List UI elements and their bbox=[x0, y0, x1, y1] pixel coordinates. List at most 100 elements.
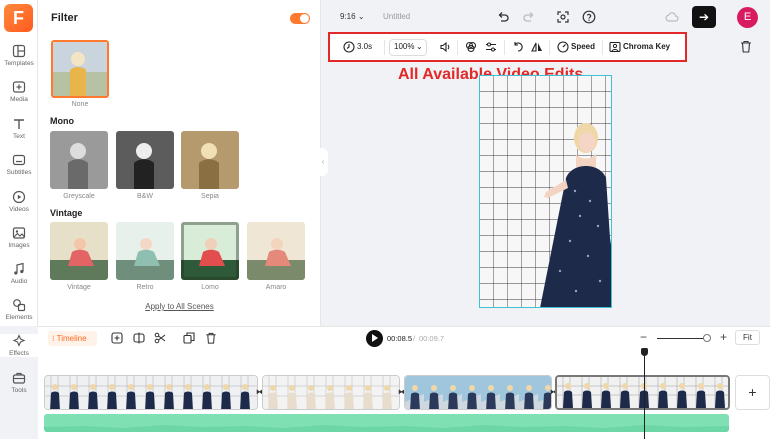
add-icon[interactable] bbox=[111, 332, 123, 344]
play-button[interactable] bbox=[366, 330, 383, 347]
delete-icon[interactable] bbox=[740, 40, 752, 53]
filter-thumb-greyscale[interactable] bbox=[50, 131, 108, 189]
video-edit-toolbar: 3.0s 100% ⌄ Speed Chroma Key bbox=[328, 32, 687, 62]
filter-thumb-lomo[interactable] bbox=[181, 222, 239, 280]
aspect-ratio-select[interactable]: 9:16 ⌄ bbox=[340, 12, 365, 21]
sidebar-item-images[interactable]: Images bbox=[0, 226, 38, 249]
videos-icon bbox=[12, 190, 26, 204]
filter-label: Greyscale bbox=[63, 193, 95, 200]
fit-button[interactable]: Fit bbox=[735, 330, 760, 345]
filter-label: Sepia bbox=[201, 193, 219, 200]
speed-icon bbox=[557, 41, 569, 53]
sidebar-item-effects[interactable]: Effects bbox=[0, 334, 38, 357]
zoom-in-button[interactable]: + bbox=[720, 330, 727, 344]
arrow-right-icon: ➔ bbox=[698, 10, 710, 24]
zoom-slider-handle[interactable] bbox=[703, 334, 711, 342]
speed-button[interactable]: Speed bbox=[571, 42, 595, 51]
section-title: Mono bbox=[50, 116, 74, 126]
sidebar-item-label: Media bbox=[10, 96, 28, 103]
sidebar-item-tools[interactable]: Tools bbox=[0, 371, 38, 394]
tools-icon bbox=[12, 372, 26, 384]
app-logo[interactable]: F bbox=[4, 4, 33, 32]
filter-label: Vintage bbox=[67, 284, 91, 291]
top-bar: 9:16 ⌄ Untitled ➔ E bbox=[321, 0, 770, 33]
toolbar-divider bbox=[384, 40, 385, 55]
apply-to-all-link[interactable]: Apply to All Scenes bbox=[38, 302, 321, 311]
filter-preview-image bbox=[53, 42, 107, 96]
text-icon bbox=[14, 119, 24, 129]
zoom-slider[interactable] bbox=[657, 338, 707, 339]
filter-label: Amaro bbox=[265, 284, 287, 291]
cloud-icon[interactable] bbox=[665, 10, 679, 24]
sidebar-item-templates[interactable]: Templates bbox=[0, 44, 38, 67]
effects-icon bbox=[12, 334, 26, 347]
rotate-icon[interactable] bbox=[512, 41, 524, 53]
section-title: Vintage bbox=[50, 208, 83, 218]
screenshot-icon[interactable] bbox=[556, 10, 570, 24]
sidebar-item-elements[interactable]: Elements bbox=[0, 298, 38, 321]
time-separator: / bbox=[413, 334, 416, 343]
adjust-icon[interactable] bbox=[485, 41, 497, 53]
audio-track[interactable] bbox=[44, 414, 729, 432]
templates-icon bbox=[12, 44, 26, 58]
help-icon[interactable] bbox=[582, 10, 596, 24]
volume-icon[interactable] bbox=[439, 41, 451, 53]
tab-timeline[interactable]: ⁝ Timeline bbox=[48, 331, 97, 346]
zoom-out-button[interactable]: − bbox=[640, 330, 647, 344]
delete-icon[interactable] bbox=[205, 332, 217, 344]
clip-thumbnails bbox=[45, 376, 257, 409]
undo-icon[interactable] bbox=[496, 10, 510, 24]
sidebar-item-label: Effects bbox=[9, 350, 29, 357]
media-icon bbox=[12, 81, 26, 93]
sidebar-item-label: Audio bbox=[10, 278, 28, 285]
avatar[interactable]: E bbox=[737, 7, 758, 28]
filter-thumb-retro[interactable] bbox=[116, 222, 174, 280]
flip-icon[interactable] bbox=[531, 41, 543, 53]
add-clip-button[interactable]: + bbox=[735, 375, 770, 410]
filter-thumb-none[interactable] bbox=[51, 40, 109, 98]
filter-label: None bbox=[71, 101, 89, 108]
video-clip[interactable] bbox=[44, 375, 258, 410]
toolbar-divider bbox=[549, 40, 550, 55]
filter-thumb-amaro[interactable] bbox=[247, 222, 305, 280]
sidebar-item-text[interactable]: Text bbox=[0, 117, 38, 140]
duration-value[interactable]: 3.0s bbox=[357, 42, 372, 51]
sidebar-item-label: Elements bbox=[5, 314, 33, 321]
scale-value: 100% bbox=[394, 42, 415, 51]
filter-thumb-sepia[interactable] bbox=[181, 131, 239, 189]
filter-preview-image bbox=[116, 131, 174, 189]
duration-icon bbox=[343, 41, 355, 53]
playhead[interactable] bbox=[641, 348, 648, 439]
filter-thumb-vintage[interactable] bbox=[50, 222, 108, 280]
video-clip[interactable] bbox=[262, 375, 400, 410]
sidebar-item-label: Videos bbox=[9, 206, 29, 213]
sidebar-item-media[interactable]: Media bbox=[0, 80, 38, 103]
tab-label: Timeline bbox=[56, 334, 87, 343]
export-button[interactable]: ➔ bbox=[692, 6, 716, 28]
filter-thumb-bw[interactable] bbox=[116, 131, 174, 189]
project-title[interactable]: Untitled bbox=[383, 12, 410, 21]
sidebar-item-audio[interactable]: Audio bbox=[0, 262, 38, 285]
video-clip[interactable] bbox=[404, 375, 552, 410]
filter-icon[interactable] bbox=[465, 41, 477, 53]
video-clip-selected[interactable] bbox=[555, 375, 730, 410]
duplicate-icon[interactable] bbox=[183, 332, 195, 344]
split-icon[interactable] bbox=[133, 332, 145, 344]
sidebar-item-subtitles[interactable]: Subtitles bbox=[0, 153, 38, 176]
audio-waveform bbox=[44, 425, 729, 432]
video-preview[interactable] bbox=[479, 75, 612, 308]
scissors-icon[interactable] bbox=[154, 332, 166, 344]
chevron-down-icon: ⌄ bbox=[357, 12, 365, 21]
filter-preview-image bbox=[181, 131, 239, 189]
total-time: 00:09.7 bbox=[419, 334, 445, 343]
collapse-panel-handle[interactable]: ‹ bbox=[318, 148, 328, 176]
toolbar-divider bbox=[457, 40, 458, 55]
redo-icon[interactable] bbox=[522, 10, 536, 24]
filter-panel: Filter None Mono Greyscale B&W Sepia Vin… bbox=[38, 0, 321, 326]
left-rail: F Templates Media Text Subtitles Videos … bbox=[0, 0, 38, 326]
elements-icon bbox=[13, 299, 26, 312]
audio-icon bbox=[14, 262, 24, 275]
chroma-key-button[interactable]: Chroma Key bbox=[623, 42, 670, 51]
sidebar-item-videos[interactable]: Videos bbox=[0, 190, 38, 213]
filter-toggle[interactable] bbox=[290, 13, 310, 24]
